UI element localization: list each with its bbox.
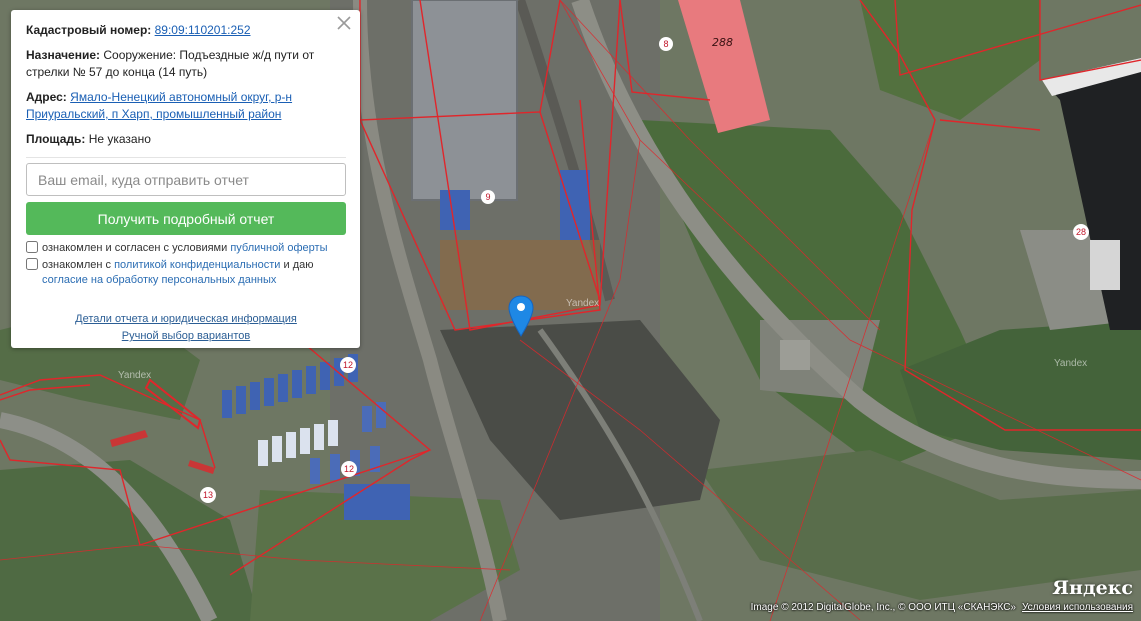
personal-data-consent-link[interactable]: согласие на обработку персональных данны… bbox=[42, 274, 276, 286]
address-link[interactable]: Ямало-Ненецкий автономный округ, р-н bbox=[70, 90, 292, 104]
offer-agreement-text: ознакомлен и согласен с условиями публич… bbox=[42, 241, 328, 256]
building-label: 28 bbox=[1073, 224, 1089, 240]
get-report-button[interactable]: Получить подробный отчет bbox=[26, 202, 346, 235]
privacy-policy-link[interactable]: политикой конфиденциальности bbox=[114, 259, 280, 271]
purpose-row: Назначение: Сооружение: Подъездные ж/д п… bbox=[26, 47, 346, 81]
manual-selection-link[interactable]: Ручной выбор вариантов bbox=[122, 330, 250, 342]
building-label: 8 bbox=[659, 37, 673, 51]
map-attribution: Image © 2012 DigitalGlobe, Inc., © ООО И… bbox=[751, 602, 1133, 613]
building-label: 288 bbox=[712, 36, 733, 49]
map-watermark: Yandex bbox=[566, 298, 600, 309]
map-watermark: Yandex bbox=[1054, 358, 1088, 369]
building-label: 9 bbox=[481, 190, 495, 204]
privacy-agreement-label: ознакомлен с bbox=[42, 259, 115, 271]
map-watermark: Yandex bbox=[118, 370, 152, 381]
area-row: Площадь: Не указано bbox=[26, 131, 346, 148]
address-label: Адрес: bbox=[26, 90, 67, 104]
cadastral-info-panel: Кадастровый номер: 89:09:110201:252 Назн… bbox=[11, 10, 360, 348]
area-value: Не указано bbox=[88, 132, 151, 146]
report-details-link[interactable]: Детали отчета и юридическая информация bbox=[75, 313, 297, 325]
privacy-agreement-checkbox[interactable] bbox=[26, 258, 38, 270]
footer-links: Детали отчета и юридическая информация Р… bbox=[26, 311, 346, 345]
privacy-agreement-row: ознакомлен с политикой конфиденциальност… bbox=[26, 258, 346, 288]
building-label: 12 bbox=[341, 461, 357, 477]
map-pin-icon[interactable] bbox=[508, 295, 534, 337]
yandex-logo: Яндекс bbox=[1052, 577, 1133, 599]
attribution-text: Image © 2012 DigitalGlobe, Inc., © ООО И… bbox=[750, 602, 1016, 613]
cadastral-label: Кадастровый номер: bbox=[26, 23, 152, 37]
cadastral-number-link[interactable]: 89:09:110201:252 bbox=[155, 23, 251, 37]
close-icon[interactable] bbox=[335, 14, 353, 32]
privacy-agreement-label-2: и даю bbox=[280, 259, 314, 271]
address-row: Адрес: Ямало-Ненецкий автономный округ, … bbox=[26, 89, 346, 123]
area-label: Площадь: bbox=[26, 132, 86, 146]
terms-of-use-link[interactable]: Условия использования bbox=[1022, 602, 1133, 613]
divider bbox=[26, 157, 346, 158]
offer-agreement-label: ознакомлен и согласен с условиями bbox=[42, 242, 231, 254]
building-label: 12 bbox=[340, 357, 356, 373]
building-label: 13 bbox=[200, 487, 216, 503]
offer-agreement-checkbox[interactable] bbox=[26, 241, 38, 253]
privacy-agreement-text: ознакомлен с политикой конфиденциальност… bbox=[42, 258, 313, 288]
public-offer-link[interactable]: публичной оферты bbox=[230, 242, 327, 254]
purpose-label: Назначение: bbox=[26, 48, 101, 62]
offer-agreement-row: ознакомлен и согласен с условиями публич… bbox=[26, 241, 346, 256]
email-field[interactable] bbox=[26, 163, 346, 196]
address-link-line2[interactable]: Приуральский, п Харп, промышленный район bbox=[26, 107, 281, 121]
cadastral-number-row: Кадастровый номер: 89:09:110201:252 bbox=[26, 22, 346, 39]
